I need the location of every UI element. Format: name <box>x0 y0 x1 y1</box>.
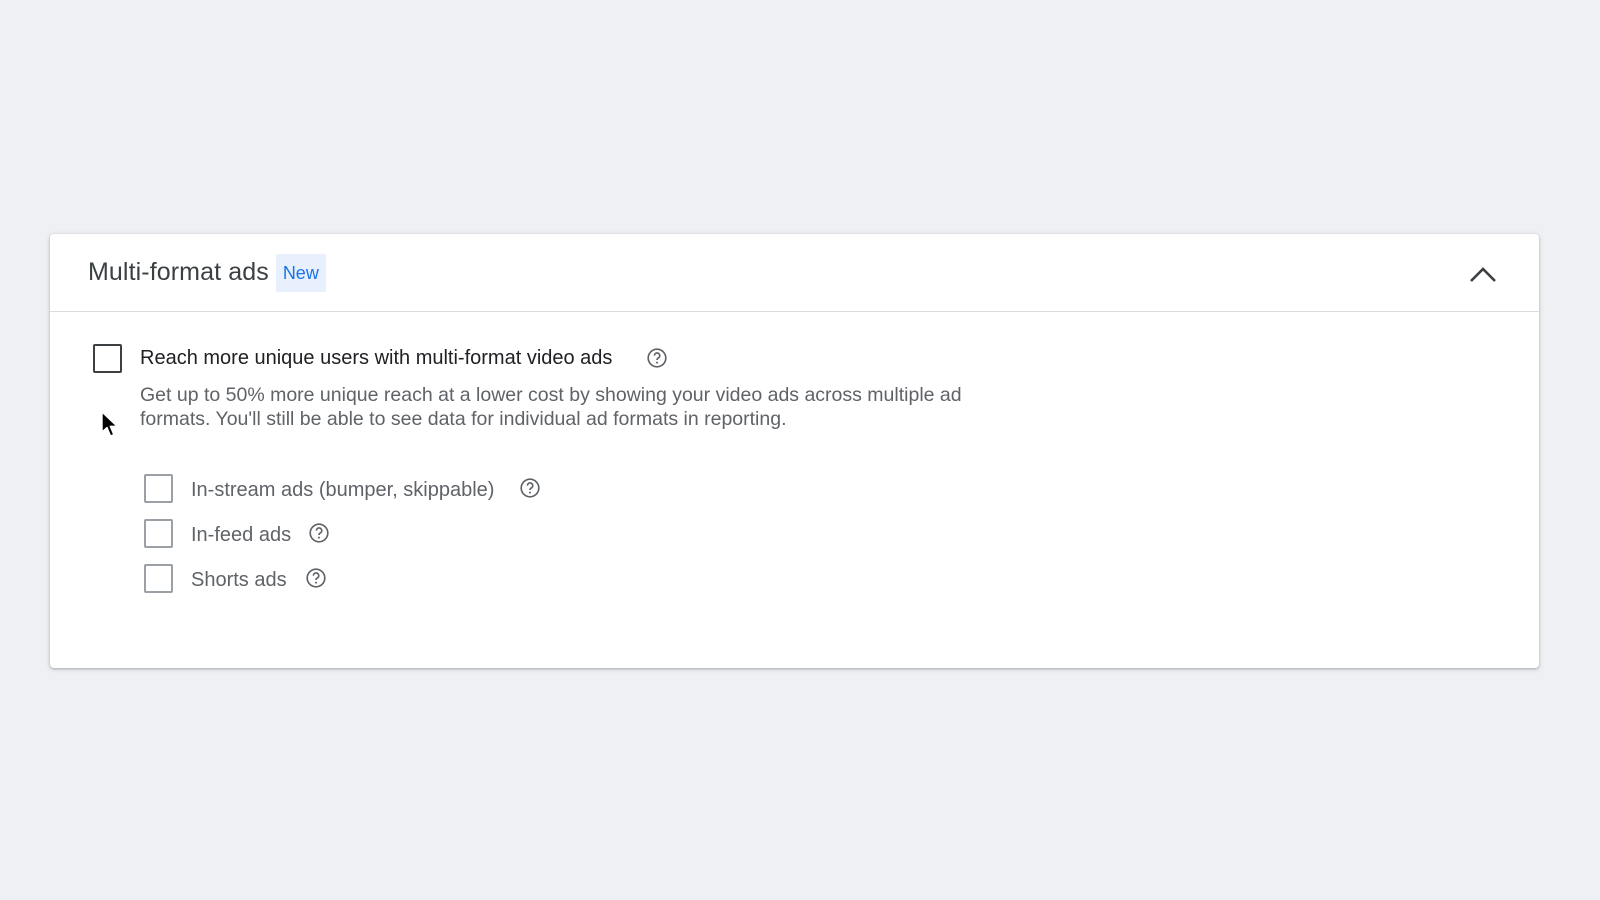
help-circle-icon[interactable] <box>519 477 541 499</box>
help-circle-icon[interactable] <box>305 567 327 589</box>
multi-format-description: Get up to 50% more unique reach at a low… <box>140 383 1040 431</box>
multi-format-ads-panel: Multi-format ads New <box>50 234 1539 668</box>
collapse-button[interactable] <box>1465 256 1501 292</box>
instream-ads-checkbox[interactable] <box>144 474 173 503</box>
infeed-ads-checkbox[interactable] <box>144 519 173 548</box>
shorts-ads-checkbox[interactable] <box>144 564 173 593</box>
panel-title: Multi-format ads <box>88 258 269 286</box>
instream-ads-label[interactable]: In-stream ads (bumper, skippable) <box>191 479 494 502</box>
multi-format-label[interactable]: Reach more unique users with multi-forma… <box>140 347 612 370</box>
new-badge: New <box>275 253 326 292</box>
panel-header[interactable]: Multi-format ads New <box>50 234 1539 312</box>
mouse-pointer-icon <box>101 411 118 437</box>
help-circle-icon[interactable] <box>646 347 668 369</box>
description-line-1: Get up to 50% more unique reach at a low… <box>140 384 962 406</box>
help-circle-icon[interactable] <box>308 522 330 544</box>
multi-format-checkbox[interactable] <box>93 344 122 373</box>
description-line-2: formats. You'll still be able to see dat… <box>140 408 787 430</box>
infeed-ads-label[interactable]: In-feed ads <box>191 524 291 547</box>
shorts-ads-label[interactable]: Shorts ads <box>191 569 287 592</box>
chevron-up-icon <box>1470 267 1496 282</box>
